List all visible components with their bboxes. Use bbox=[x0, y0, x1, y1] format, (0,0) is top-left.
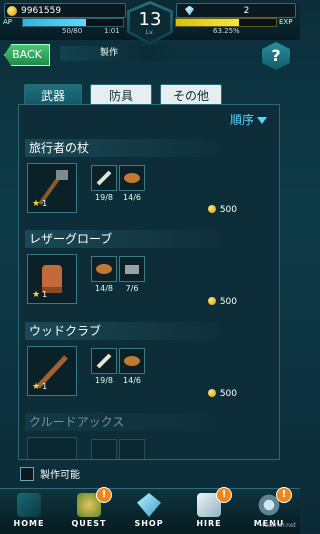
coin-icon bbox=[7, 5, 17, 16]
club-item-icon[interactable]: ★ 1 bbox=[27, 346, 77, 396]
crystal-icon bbox=[137, 493, 161, 517]
pelt-material-icon[interactable] bbox=[91, 256, 117, 282]
ap-timer: 1:01 bbox=[104, 27, 120, 35]
material-count: 14/6 bbox=[123, 376, 141, 385]
nav-shop[interactable]: SHOP bbox=[120, 493, 178, 533]
price-value: 500 bbox=[219, 205, 237, 215]
coin-icon bbox=[207, 297, 216, 305]
bottom-nav: HOME QUEST ! SHOP HIRE ! MENU ! bbox=[0, 487, 300, 534]
item-stars: 1 bbox=[42, 290, 48, 299]
pelt-material-icon[interactable] bbox=[119, 348, 145, 374]
material-count: 14/8 bbox=[95, 284, 113, 293]
glove-item-icon[interactable]: ★ 1 bbox=[27, 254, 77, 304]
notification-badge: ! bbox=[276, 487, 292, 503]
nav-label: SHOP bbox=[134, 519, 164, 528]
home-icon bbox=[17, 493, 41, 517]
item-price: 500 bbox=[206, 205, 237, 215]
ap-bar bbox=[22, 18, 124, 27]
sort-label: 順序 bbox=[229, 113, 254, 127]
axe-item-icon[interactable] bbox=[27, 437, 77, 459]
gem-counter: 2 bbox=[176, 3, 296, 18]
tab-weapons[interactable]: 武器 bbox=[24, 84, 82, 106]
nav-quest[interactable]: QUEST ! bbox=[60, 487, 118, 533]
coin-icon bbox=[207, 389, 216, 397]
item-stars: 1 bbox=[42, 382, 48, 391]
bone-material-icon[interactable] bbox=[91, 165, 117, 191]
star-icon: ★ 1 bbox=[32, 382, 48, 392]
staff-item-icon[interactable]: ★ 1 bbox=[27, 163, 77, 213]
nav-hire[interactable]: HIRE ! bbox=[180, 487, 238, 533]
item-price: 500 bbox=[206, 297, 237, 307]
pelt-material-icon[interactable] bbox=[119, 165, 145, 191]
item-price: 500 bbox=[206, 389, 237, 399]
material-count: 7/6 bbox=[125, 284, 139, 293]
ap-label: AP bbox=[3, 18, 13, 26]
gem-amount: 2 bbox=[243, 5, 250, 16]
chevron-down-icon bbox=[257, 117, 267, 124]
crafting-list-panel: 順序 旅行者の杖 ★ 1 19/8 14/6 500 レザーグローブ ★ 1 14/… bbox=[18, 104, 280, 460]
craftable-filter[interactable]: 製作可能 bbox=[20, 466, 80, 481]
star-icon: ★ 1 bbox=[32, 290, 48, 300]
star-icon: ★ 1 bbox=[32, 199, 48, 209]
gold-counter: 9961559 bbox=[4, 3, 126, 18]
price-value: 500 bbox=[219, 389, 237, 399]
notification-badge: ! bbox=[96, 487, 112, 503]
item-title[interactable]: 旅行者の杖 bbox=[25, 139, 275, 157]
material-count: 19/8 bbox=[95, 376, 113, 385]
nav-label: HIRE bbox=[196, 519, 222, 528]
nav-label: QUEST bbox=[71, 519, 107, 528]
tab-other[interactable]: その他 bbox=[160, 84, 222, 106]
exp-bar bbox=[175, 18, 277, 27]
item-title[interactable]: ウッドクラブ bbox=[25, 322, 275, 340]
back-button[interactable]: BACK bbox=[4, 44, 50, 66]
help-button[interactable]: ? bbox=[262, 42, 290, 70]
item-title[interactable]: クルードアックス bbox=[25, 413, 275, 431]
item-stars: 1 bbox=[42, 199, 48, 208]
gem-icon bbox=[185, 5, 194, 16]
tab-armor[interactable]: 防具 bbox=[90, 84, 152, 106]
coin-icon bbox=[207, 205, 216, 213]
exp-label: EXP bbox=[279, 18, 293, 26]
bone-material-icon[interactable] bbox=[91, 348, 117, 374]
craftable-checkbox[interactable] bbox=[20, 466, 34, 481]
material-count: 19/8 bbox=[95, 193, 113, 202]
watermark: 4Gamer.net bbox=[260, 522, 296, 529]
exp-percent: 63.25% bbox=[213, 27, 240, 35]
nav-home[interactable]: HOME bbox=[0, 493, 58, 533]
ap-fill bbox=[23, 19, 86, 26]
craftable-label: 製作可能 bbox=[40, 470, 80, 481]
price-value: 500 bbox=[219, 297, 237, 307]
notification-badge: ! bbox=[216, 487, 232, 503]
item-title[interactable]: レザーグローブ bbox=[25, 230, 275, 248]
sort-dropdown[interactable]: 順序 bbox=[230, 111, 267, 128]
bone-material-icon[interactable] bbox=[91, 439, 117, 459]
stone-material-icon[interactable] bbox=[119, 256, 145, 282]
material-count: 14/6 bbox=[123, 193, 141, 202]
ap-value: 50/80 bbox=[62, 27, 83, 35]
exp-fill bbox=[176, 19, 240, 26]
gold-amount: 9961559 bbox=[21, 5, 62, 16]
page-title: 製作 bbox=[60, 46, 180, 61]
nav-label: HOME bbox=[13, 519, 45, 528]
stone-material-icon[interactable] bbox=[119, 439, 145, 459]
